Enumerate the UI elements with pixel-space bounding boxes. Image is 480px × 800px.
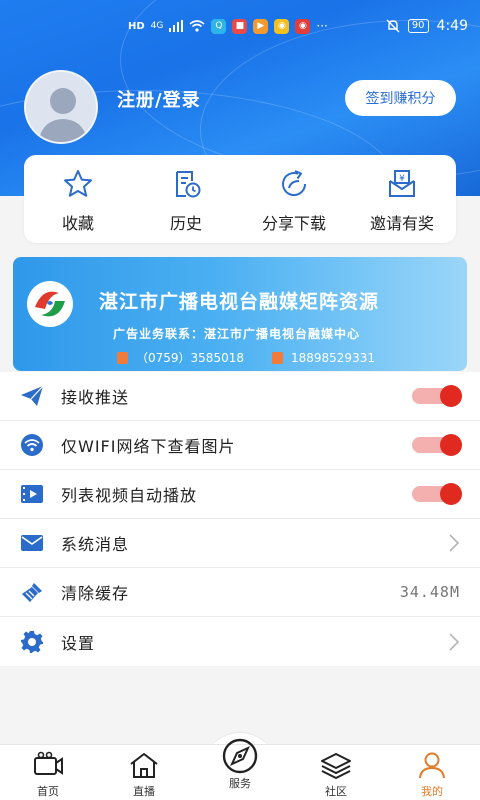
setting-label: 系统消息: [61, 535, 130, 554]
history-icon: [176, 171, 201, 198]
banner-phone-mobile: 18898529331: [290, 350, 375, 365]
app-notification-icon: ◉: [295, 18, 311, 34]
app-notification-icon: ■: [232, 18, 248, 34]
tab-community[interactable]: 社区: [288, 745, 384, 800]
setting-label: 列表视频自动播放: [61, 486, 198, 505]
send-icon: [19, 384, 45, 408]
mail-icon: [19, 531, 45, 555]
tab-live[interactable]: 直播: [96, 745, 192, 800]
quick-action-label: 邀请有奖: [369, 214, 434, 233]
setting-wifi-images[interactable]: 仅WIFI网络下查看图片: [0, 421, 480, 470]
setting-autoplay[interactable]: 列表视频自动播放: [0, 470, 480, 519]
autoplay-toggle[interactable]: [412, 483, 462, 505]
clock: 4:49: [436, 18, 468, 34]
hd-indicator: HD: [128, 20, 145, 32]
ad-banner[interactable]: 湛江市广播电视台融媒矩阵资源 广告业务联系：湛江市广播电视台融媒中心 （0759…: [13, 257, 467, 371]
avatar[interactable]: [24, 70, 98, 144]
phone-icon: [117, 351, 128, 364]
star-icon: [64, 170, 92, 197]
wifi-status-icon: [189, 20, 205, 32]
quick-action-favorites[interactable]: 收藏: [24, 155, 132, 243]
network-indicator: 4G: [150, 21, 164, 31]
quick-action-history[interactable]: 历史: [132, 155, 240, 243]
cache-size: 34.48M: [399, 583, 460, 601]
toggle-knob: [440, 483, 462, 505]
settings-list: 接收推送 仅WIFI网络下查看图片 列表视频自动播放 系统消息 清除缓存 34.…: [0, 372, 480, 666]
layers-icon: [321, 753, 351, 779]
setting-settings[interactable]: 设置: [0, 617, 480, 666]
toggle-knob: [440, 434, 462, 456]
broom-icon: [19, 580, 45, 604]
setting-push[interactable]: 接收推送: [0, 372, 480, 421]
status-indicators: HD 4G Q ■ ▶ ◉ ◉ ···: [128, 18, 328, 34]
status-right: 90 4:49: [386, 18, 468, 34]
app-notification-icon: ▶: [253, 18, 269, 34]
wifi-icon: [19, 433, 45, 457]
setting-label: 设置: [61, 633, 96, 653]
person-icon: [419, 752, 445, 779]
quick-action-label: 历史: [169, 214, 202, 233]
quick-action-invite[interactable]: ¥ 邀请有奖: [348, 155, 456, 243]
tab-label: 社区: [325, 785, 347, 798]
signin-points-button[interactable]: 签到赚积分: [345, 80, 456, 116]
quick-action-label: 收藏: [61, 214, 94, 233]
wifi-images-toggle[interactable]: [412, 434, 462, 456]
svg-text:¥: ¥: [399, 174, 405, 184]
quick-actions-card: 收藏 历史 分享下载 ¥ 邀请有奖: [24, 155, 456, 243]
app-notification-icon: ◉: [274, 18, 290, 34]
quick-action-share[interactable]: 分享下载: [240, 155, 348, 243]
compass-icon: [222, 738, 258, 774]
banner-phone-landline: （0759）3585018: [136, 351, 244, 365]
app-notification-icon: Q: [211, 18, 227, 34]
tab-label: 我的: [421, 785, 443, 798]
setting-label: 清除缓存: [61, 584, 130, 603]
toggle-knob: [440, 385, 462, 407]
broadcast-logo-icon: [27, 281, 73, 327]
setting-messages[interactable]: 系统消息: [0, 519, 480, 568]
gear-icon: [19, 630, 45, 654]
video-icon: [19, 482, 45, 506]
quick-action-label: 分享下载: [261, 214, 326, 233]
tab-service[interactable]: 服务: [192, 738, 288, 800]
setting-label: 仅WIFI网络下查看图片: [61, 437, 236, 456]
tab-label: 直播: [133, 785, 155, 798]
banner-contact: 广告业务联系：湛江市广播电视台融媒中心: [113, 327, 361, 341]
invite-icon: ¥: [389, 170, 415, 197]
login-link[interactable]: 注册/登录: [117, 86, 201, 112]
share-icon: [282, 170, 307, 196]
status-bar: HD 4G Q ■ ▶ ◉ ◉ ··· 90 4:49: [0, 0, 480, 52]
more-notifications-icon: ···: [316, 19, 328, 33]
video-camera-icon: [34, 751, 63, 775]
tab-label: 服务: [229, 777, 251, 790]
battery-indicator: 90: [407, 19, 429, 33]
banner-title: 湛江市广播电视台融媒矩阵资源: [99, 291, 380, 313]
chevron-right-icon: [449, 632, 460, 651]
chevron-right-icon: [449, 534, 460, 552]
tab-label: 首页: [37, 785, 59, 798]
tab-home[interactable]: 首页: [0, 745, 96, 800]
signal-icon: [169, 20, 184, 32]
push-toggle[interactable]: [412, 385, 462, 407]
setting-clear-cache[interactable]: 清除缓存 34.48M: [0, 568, 480, 617]
setting-label: 接收推送: [61, 388, 130, 407]
house-icon: [130, 753, 158, 778]
tab-mine[interactable]: 我的: [384, 745, 480, 800]
bottom-tabbar: 首页 直播 服务 社区 我的: [0, 738, 480, 800]
mobile-icon: [271, 351, 283, 364]
mute-icon: [386, 19, 400, 33]
banner-phones: （0759）3585018 18898529331: [117, 349, 375, 366]
